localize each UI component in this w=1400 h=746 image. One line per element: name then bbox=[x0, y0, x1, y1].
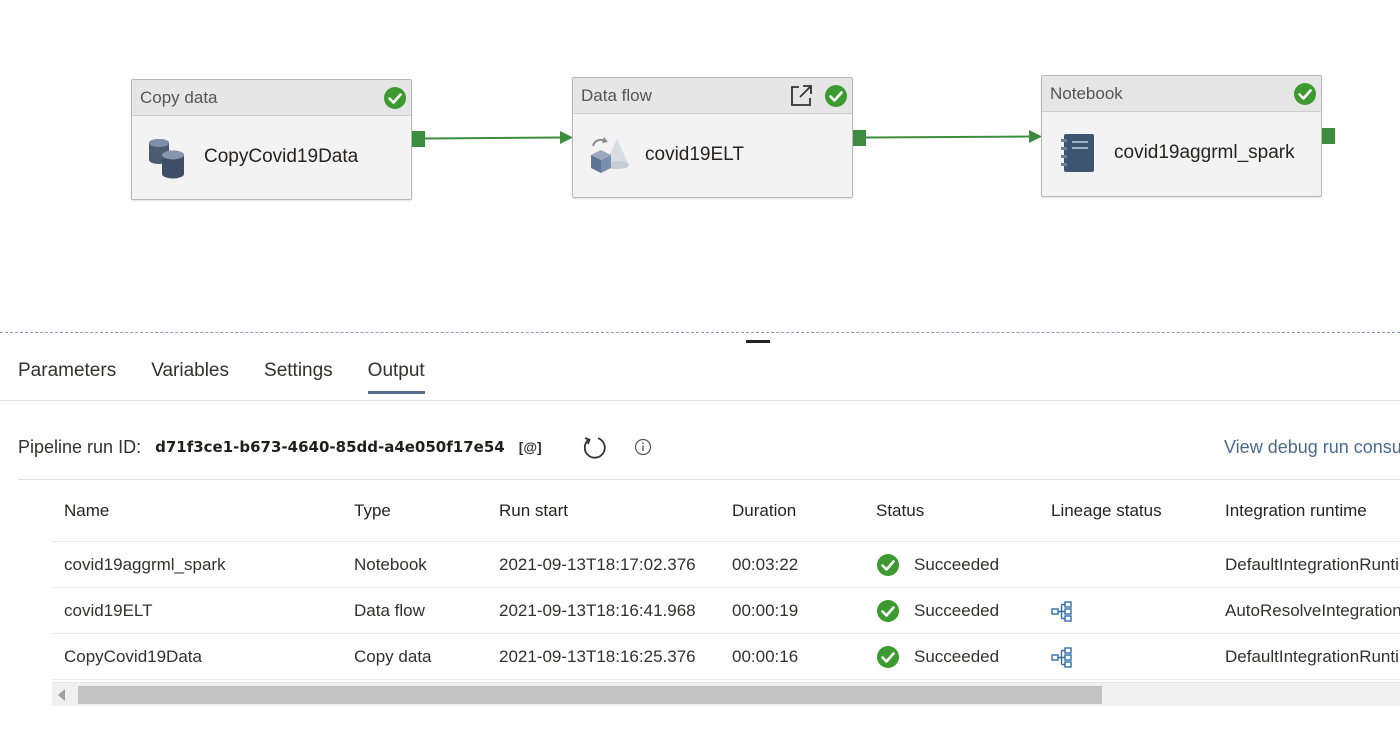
bottom-panel-tabs: Parameters Variables Settings Output bbox=[18, 360, 460, 394]
activity-header: Copy data bbox=[132, 80, 411, 116]
column-header-type[interactable]: Type bbox=[354, 488, 391, 534]
splitter-grip[interactable] bbox=[746, 340, 770, 343]
panel-splitter[interactable] bbox=[0, 332, 1400, 333]
run-row-divider bbox=[18, 479, 1400, 480]
check-circle-icon bbox=[825, 85, 847, 107]
cell-name[interactable]: CopyCovid19Data bbox=[64, 634, 202, 680]
tab-parameters[interactable]: Parameters bbox=[18, 360, 116, 394]
run-id-value: d71f3ce1-b673-4640-85dd-a4e050f17e54 bbox=[155, 438, 505, 456]
lineage-icon[interactable] bbox=[1051, 646, 1073, 668]
check-circle-icon bbox=[384, 87, 406, 109]
activity-name: covid19aggrml_spark bbox=[1114, 142, 1295, 163]
cell-duration: 00:00:16 bbox=[732, 647, 799, 666]
cell-status: Succeeded bbox=[876, 542, 999, 588]
cell-lineage-status bbox=[1051, 588, 1073, 634]
table-header-row: Name Type Run start Duration Status Line… bbox=[52, 488, 1400, 542]
notebook-icon bbox=[1061, 134, 1094, 172]
tab-settings[interactable]: Settings bbox=[264, 360, 333, 394]
status-text: Succeeded bbox=[914, 647, 1000, 666]
cell-name[interactable]: covid19ELT bbox=[64, 588, 153, 634]
pipeline-run-row: Pipeline run ID: d71f3ce1-b673-4640-85dd… bbox=[18, 432, 652, 462]
cell-status: Succeeded bbox=[876, 588, 999, 634]
activity-name: covid19ELT bbox=[645, 144, 744, 165]
activity-data-flow[interactable]: Data flow covid19ELT bbox=[572, 77, 853, 198]
lineage-icon[interactable] bbox=[1051, 600, 1073, 622]
table-row[interactable]: covid19ELT Data flow 2021-09-13T18:16:41.9… bbox=[52, 588, 1400, 634]
horizontal-scrollbar[interactable] bbox=[52, 682, 1400, 706]
column-header-lineage-status[interactable]: Lineage status bbox=[1051, 488, 1162, 534]
activity-type: Copy data bbox=[140, 87, 218, 107]
activity-body: covid19aggrml_spark bbox=[1042, 112, 1321, 194]
column-header-integration-runtime[interactable]: Integration runtime bbox=[1225, 488, 1367, 534]
column-header-run-start[interactable]: Run start bbox=[499, 488, 568, 534]
pipeline-canvas[interactable]: Copy data CopyCovid19Data Data flow covi… bbox=[0, 0, 1400, 332]
cell-run-start: 2021-09-13T18:16:25.376 bbox=[499, 647, 696, 666]
check-circle-icon bbox=[877, 600, 899, 622]
open-external-icon[interactable] bbox=[788, 83, 814, 109]
activity-output-port[interactable] bbox=[853, 130, 866, 146]
tab-variables[interactable]: Variables bbox=[151, 360, 229, 394]
cell-duration: 00:00:19 bbox=[732, 601, 799, 620]
table-row[interactable]: CopyCovid19Data Copy data 2021-09-13T18:16… bbox=[52, 634, 1400, 680]
activity-type: Data flow bbox=[581, 85, 652, 105]
activity-type: Notebook bbox=[1050, 83, 1123, 103]
cell-run-start: 2021-09-13T18:16:41.968 bbox=[499, 601, 696, 620]
cell-lineage-status bbox=[1051, 634, 1073, 680]
activity-output-port[interactable] bbox=[412, 131, 425, 147]
activity-header: Notebook bbox=[1042, 76, 1321, 112]
status-text: Succeeded bbox=[914, 601, 1000, 620]
cell-name[interactable]: covid19aggrml_spark bbox=[64, 542, 226, 588]
activity-name: CopyCovid19Data bbox=[204, 146, 359, 167]
status-text: Succeeded bbox=[914, 555, 1000, 574]
check-circle-icon bbox=[877, 554, 899, 576]
activity-notebook[interactable]: Notebook covid19aggrml_spark bbox=[1041, 75, 1322, 197]
refresh-icon[interactable] bbox=[580, 433, 608, 461]
cell-duration: 00:03:22 bbox=[732, 555, 799, 574]
tabs-divider bbox=[0, 400, 1400, 401]
activity-copy-data[interactable]: Copy data CopyCovid19Data bbox=[131, 79, 412, 200]
scroll-left-arrow[interactable] bbox=[58, 689, 65, 701]
activity-body: CopyCovid19Data bbox=[132, 116, 411, 198]
column-header-status[interactable]: Status bbox=[876, 488, 924, 534]
cell-type: Copy data bbox=[354, 647, 432, 666]
cell-type: Notebook bbox=[354, 555, 427, 574]
copy-run-id-button[interactable]: [@] bbox=[519, 439, 542, 455]
info-icon[interactable] bbox=[634, 438, 652, 456]
data-flow-icon bbox=[591, 137, 629, 173]
cell-status: Succeeded bbox=[876, 634, 999, 680]
scrollbar-thumb[interactable] bbox=[78, 686, 1102, 704]
cell-run-start: 2021-09-13T18:17:02.376 bbox=[499, 555, 696, 574]
cell-integration-runtime: DefaultIntegrationRuntime bbox=[1225, 647, 1400, 666]
tab-output[interactable]: Output bbox=[367, 360, 425, 394]
activity-body: covid19ELT bbox=[573, 114, 852, 196]
view-debug-run-consumption-link[interactable]: View debug run consumption bbox=[1224, 437, 1400, 458]
column-header-duration[interactable]: Duration bbox=[732, 488, 796, 534]
cell-type: Data flow bbox=[354, 601, 425, 620]
activity-header: Data flow bbox=[573, 78, 852, 114]
column-header-name[interactable]: Name bbox=[64, 488, 109, 534]
activity-output-port[interactable] bbox=[1322, 128, 1335, 144]
run-id-label: Pipeline run ID: bbox=[18, 436, 142, 457]
database-copy-icon bbox=[149, 139, 184, 179]
cell-integration-runtime: AutoResolveIntegrationRuntime bbox=[1225, 601, 1400, 620]
check-circle-icon bbox=[1294, 83, 1316, 105]
table-row[interactable]: covid19aggrml_spark Notebook 2021-09-13T18… bbox=[52, 542, 1400, 588]
check-circle-icon bbox=[877, 646, 899, 668]
cell-integration-runtime: DefaultIntegrationRuntime bbox=[1225, 555, 1400, 574]
